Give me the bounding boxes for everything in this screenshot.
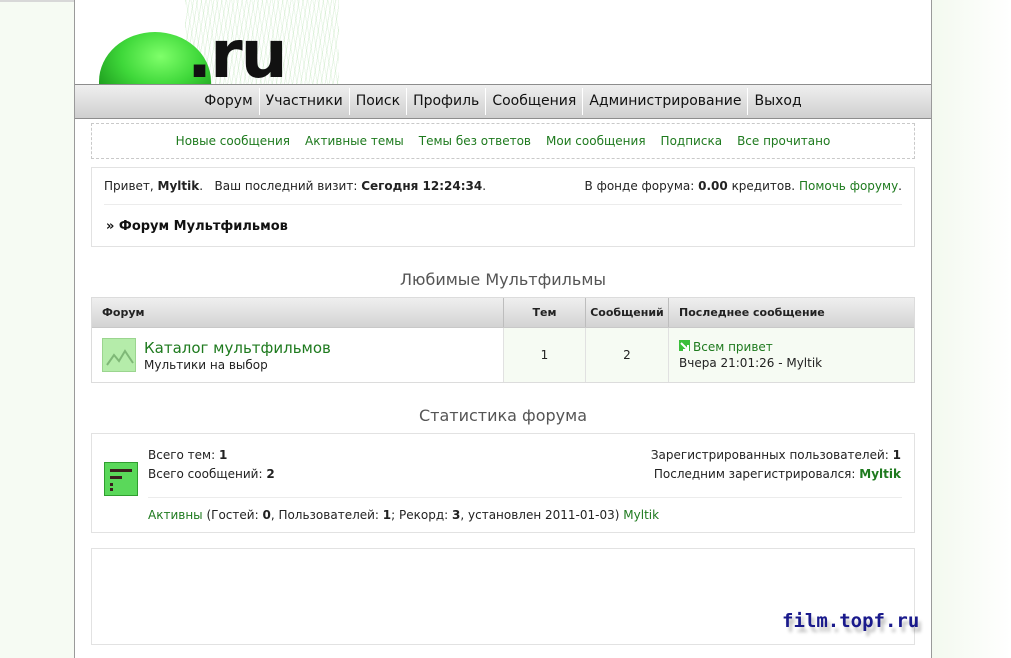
- link-subscriptions[interactable]: Подписка: [661, 134, 723, 148]
- users-count: 1: [382, 508, 392, 522]
- fund-value: 0.00: [698, 179, 728, 193]
- user-greeting: Привет, Myltik. Ваш последний визит: Сег…: [104, 179, 487, 193]
- nav-logout[interactable]: Выход: [748, 88, 807, 115]
- topics-count: 1: [504, 328, 586, 382]
- main-navigation: Форум Участники Поиск Профиль Сообщения …: [75, 84, 931, 119]
- go-to-post-icon[interactable]: [679, 340, 690, 351]
- last-post-cell: Всем привет Вчера 21:01:26 - Myltik: [669, 328, 914, 382]
- nav-search[interactable]: Поиск: [350, 88, 406, 115]
- nav-forum[interactable]: Форум: [198, 88, 258, 115]
- table-row: Каталог мультфильмов Мультики на выбор 1…: [92, 328, 914, 382]
- forum-table: Форум Тем Сообщений Последнее сообщение …: [91, 297, 915, 383]
- site-header: .ru: [75, 0, 931, 102]
- online-user-link[interactable]: Myltik: [623, 508, 659, 522]
- forum-description: Мультики на выбор: [144, 357, 268, 372]
- last-post-link[interactable]: Всем привет: [693, 340, 773, 354]
- total-topics-label: Всего тем:: [148, 448, 216, 462]
- nav-profile[interactable]: Профиль: [407, 88, 485, 115]
- stats-totals: Всего тем: 1 Всего сообщений: 2: [148, 446, 275, 484]
- link-unanswered-topics[interactable]: Темы без ответов: [419, 134, 531, 148]
- site-logo[interactable]: .ru: [187, 22, 288, 88]
- record-date: , установлен 2011-01-03): [460, 508, 620, 522]
- site-watermark: film.topf.ru: [782, 610, 920, 632]
- forum-stats-panel: Всего тем: 1 Всего сообщений: 2 Зарегист…: [91, 433, 915, 533]
- last-post-meta: Вчера 21:01:26 - Myltik: [679, 356, 823, 370]
- welcome-panel: Привет, Myltik. Ваш последний визит: Сег…: [91, 167, 915, 247]
- table-header: Форум Тем Сообщений Последнее сообщение: [92, 298, 914, 328]
- users-label: , Пользователей:: [270, 508, 379, 522]
- nav-members[interactable]: Участники: [260, 88, 349, 115]
- forum-wrapper: .ru Форум Участники Поиск Профиль Сообще…: [74, 0, 932, 658]
- greeting-text: Привет,: [104, 179, 154, 193]
- last-visit-value: Сегодня 12:24:34: [361, 179, 483, 193]
- link-my-posts[interactable]: Мои сообщения: [546, 134, 646, 148]
- stats-users: Зарегистрированных пользователей: 1 Посл…: [651, 446, 901, 484]
- nav-messages[interactable]: Сообщения: [486, 88, 582, 115]
- active-users-link[interactable]: Активны: [148, 508, 203, 522]
- page-background-right: [932, 0, 1011, 658]
- total-topics: 1: [218, 448, 228, 462]
- stats-icon: [104, 462, 138, 496]
- category-title: Любимые Мультфильмы: [399, 270, 607, 289]
- total-posts-label: Всего сообщений:: [148, 467, 263, 481]
- last-registered-label: Последним зарегистрировался:: [653, 467, 856, 481]
- link-active-topics[interactable]: Активные темы: [305, 134, 404, 148]
- total-posts: 2: [266, 467, 275, 481]
- quick-links-bar: Новые сообщения Активные темы Темы без о…: [91, 123, 915, 159]
- registered-label: Зарегистрированных пользователей:: [650, 448, 889, 462]
- help-forum-link[interactable]: Помочь форуму: [799, 179, 898, 193]
- fund-label: В фонде форума:: [584, 179, 695, 193]
- fund-unit: кредитов.: [731, 179, 796, 193]
- online-users: Активны (Гостей: 0, Пользователей: 1; Ре…: [148, 497, 902, 522]
- last-registered-user-link[interactable]: Myltik: [859, 467, 901, 481]
- posts-count: 2: [586, 328, 669, 382]
- link-mark-all-read[interactable]: Все прочитано: [737, 134, 830, 148]
- welcome-line: Привет, Myltik. Ваш последний визит: Сег…: [104, 179, 902, 205]
- last-visit-label: Ваш последний визит:: [214, 179, 358, 193]
- column-last-post: Последнее сообщение: [679, 306, 825, 319]
- guests-label: (Гостей:: [206, 508, 259, 522]
- forum-read-icon: [102, 338, 136, 372]
- username: Myltik: [157, 179, 200, 193]
- column-posts: Сообщений: [586, 298, 669, 327]
- guests-count: 0: [262, 508, 271, 522]
- column-topics: Тем: [504, 298, 586, 327]
- forum-name-link[interactable]: Каталог мультфильмов: [144, 339, 331, 357]
- link-new-posts[interactable]: Новые сообщения: [176, 134, 290, 148]
- forum-cell: Каталог мультфильмов Мультики на выбор: [92, 328, 504, 382]
- stats-title: Статистика форума: [418, 406, 588, 425]
- registered-count: 1: [892, 448, 901, 462]
- breadcrumb[interactable]: » Форум Мультфильмов: [106, 219, 288, 234]
- column-forum: Форум: [92, 298, 504, 327]
- forum-fund: В фонде форума: 0.00 кредитов. Помочь фо…: [584, 179, 902, 193]
- record-label: ; Рекорд:: [391, 508, 449, 522]
- nav-administration[interactable]: Администрирование: [583, 88, 747, 115]
